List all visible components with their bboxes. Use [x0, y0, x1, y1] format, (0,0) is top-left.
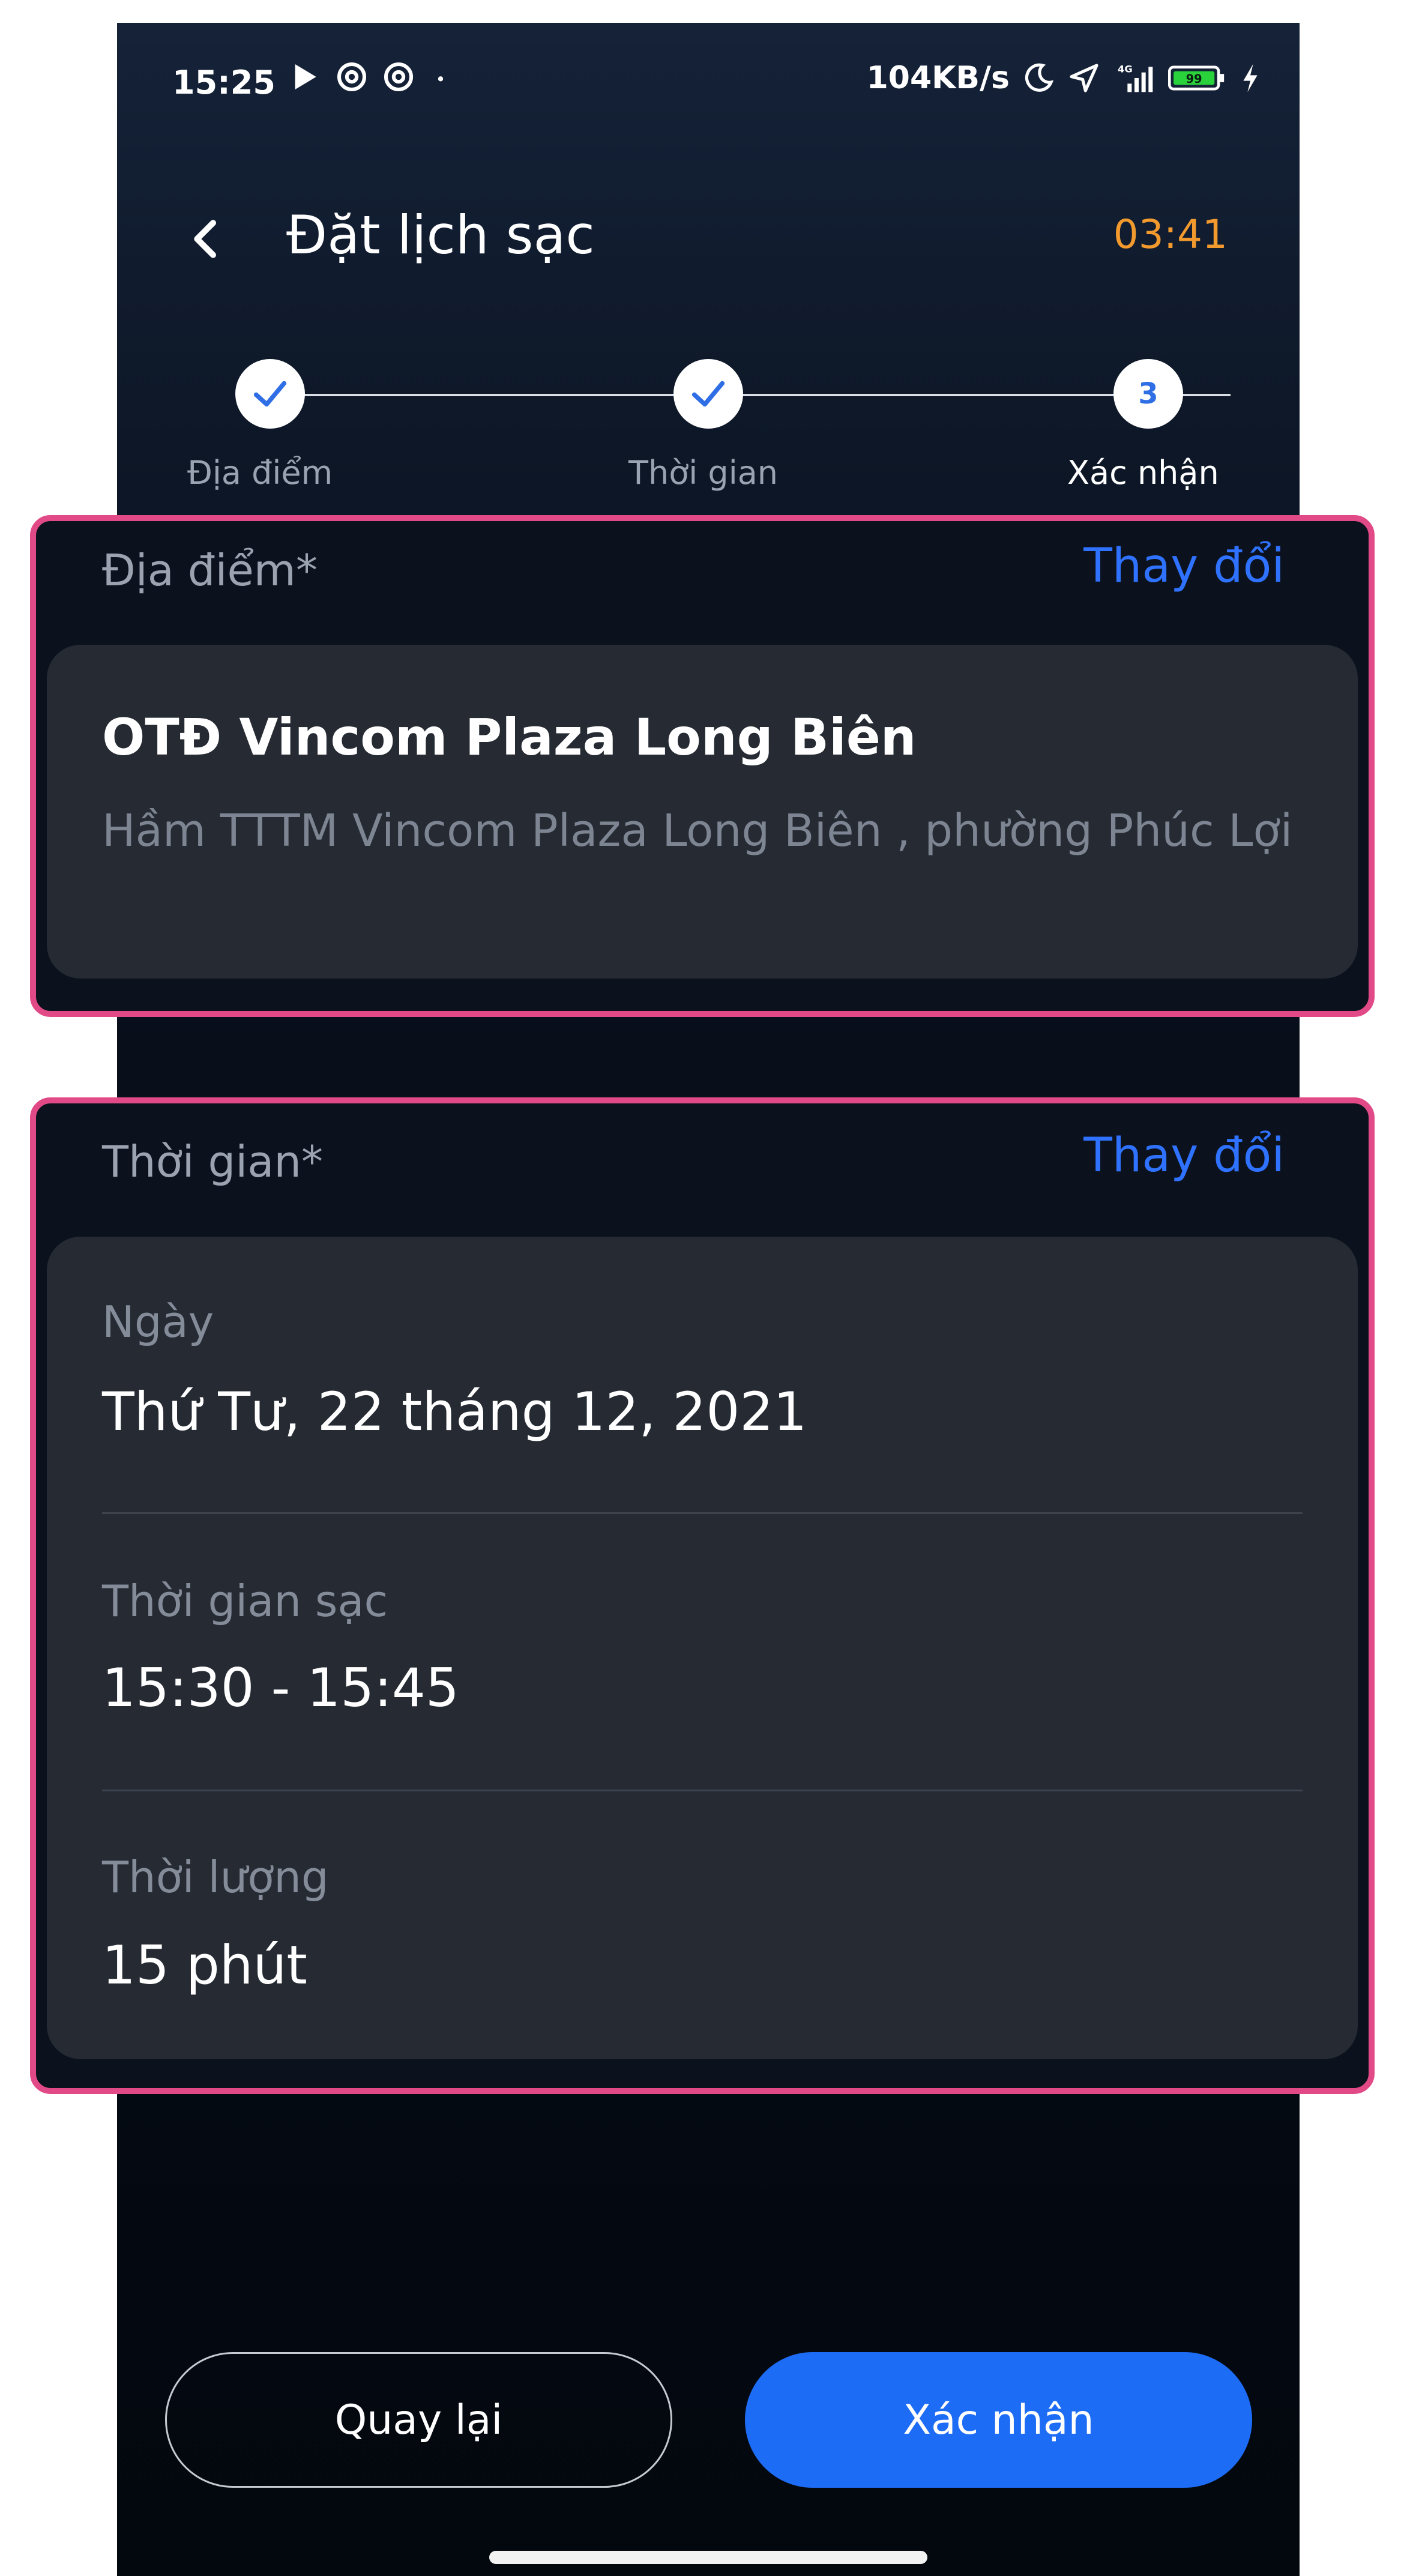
check-icon [691, 381, 725, 407]
date-label: Ngày [102, 1297, 214, 1347]
charging-time-label: Thời gian sạc [102, 1576, 388, 1626]
play-icon [295, 64, 316, 89]
location-card: Địa điểm* Thay đổi OTĐ Vincom Plaza Long… [30, 515, 1375, 1017]
at-icon [337, 62, 367, 92]
notification-icons [288, 60, 453, 94]
time-label: Thời gian* [102, 1136, 324, 1187]
signal-icon: 4G [1118, 64, 1153, 92]
change-time-button[interactable]: Thay đổi [1083, 1129, 1285, 1183]
location-details: OTĐ Vincom Plaza Long Biên Hầm TTTM Vinc… [47, 645, 1358, 979]
svg-text:99: 99 [1186, 72, 1202, 86]
dot-icon [438, 76, 444, 82]
time-details: Ngày Thứ Tư, 22 tháng 12, 2021 Thời gian… [47, 1237, 1358, 2059]
step-3-number: 3 [1138, 377, 1158, 411]
step-3-circle: 3 [1113, 359, 1183, 429]
back-button[interactable] [183, 215, 231, 263]
moon-icon [1025, 63, 1054, 92]
check-icon [253, 381, 287, 407]
step-2-circle [673, 359, 743, 429]
back-step-button[interactable]: Quay lại [165, 2352, 672, 2488]
at-icon [384, 62, 414, 92]
date-value: Thứ Tư, 22 tháng 12, 2021 [102, 1381, 807, 1443]
progress-stepper: 3 Địa điểm Thời gian Xác nhận [117, 359, 1300, 515]
time-card: Thời gian* Thay đổi Ngày Thứ Tư, 22 thán… [30, 1097, 1375, 2094]
countdown-timer: 03:41 [1113, 211, 1228, 258]
station-address: Hầm TTTM Vincom Plaza Long Biên , phường… [102, 805, 1293, 857]
page-title: Đặt lịch sạc [286, 204, 595, 266]
chevron-left-icon [194, 220, 216, 258]
stepper-line [270, 394, 1231, 396]
step-1-label: Địa điểm [187, 454, 333, 492]
charging-icon [1243, 64, 1258, 92]
station-name: OTĐ Vincom Plaza Long Biên [102, 708, 917, 767]
location-icon [1070, 64, 1098, 92]
divider [102, 1790, 1303, 1791]
network-speed: 104KB/s [866, 60, 1010, 96]
footer: Quay lại Xác nhận [117, 2352, 1300, 2490]
step-3-label: Xác nhận [1067, 454, 1219, 492]
duration-value: 15 phút [102, 1934, 307, 1996]
app-header: Đặt lịch sạc 03:41 [117, 185, 1300, 287]
status-bar: 15:25 104KB/s 4G 99 [117, 23, 1300, 137]
status-right: 104KB/s 4G 99 [867, 60, 1261, 96]
charging-time-value: 15:30 - 15:45 [102, 1657, 459, 1719]
duration-label: Thời lượng [102, 1852, 329, 1902]
step-2-label: Thời gian [628, 454, 779, 492]
step-1-circle [235, 359, 305, 429]
confirm-button[interactable]: Xác nhận [745, 2352, 1252, 2488]
location-label: Địa điểm* [102, 545, 318, 596]
home-indicator [489, 2551, 927, 2564]
divider [102, 1512, 1303, 1514]
change-location-button[interactable]: Thay đổi [1083, 539, 1285, 593]
status-time: 15:25 [172, 64, 276, 101]
battery-icon: 99 [1168, 65, 1225, 91]
svg-text:4G: 4G [1118, 64, 1133, 75]
